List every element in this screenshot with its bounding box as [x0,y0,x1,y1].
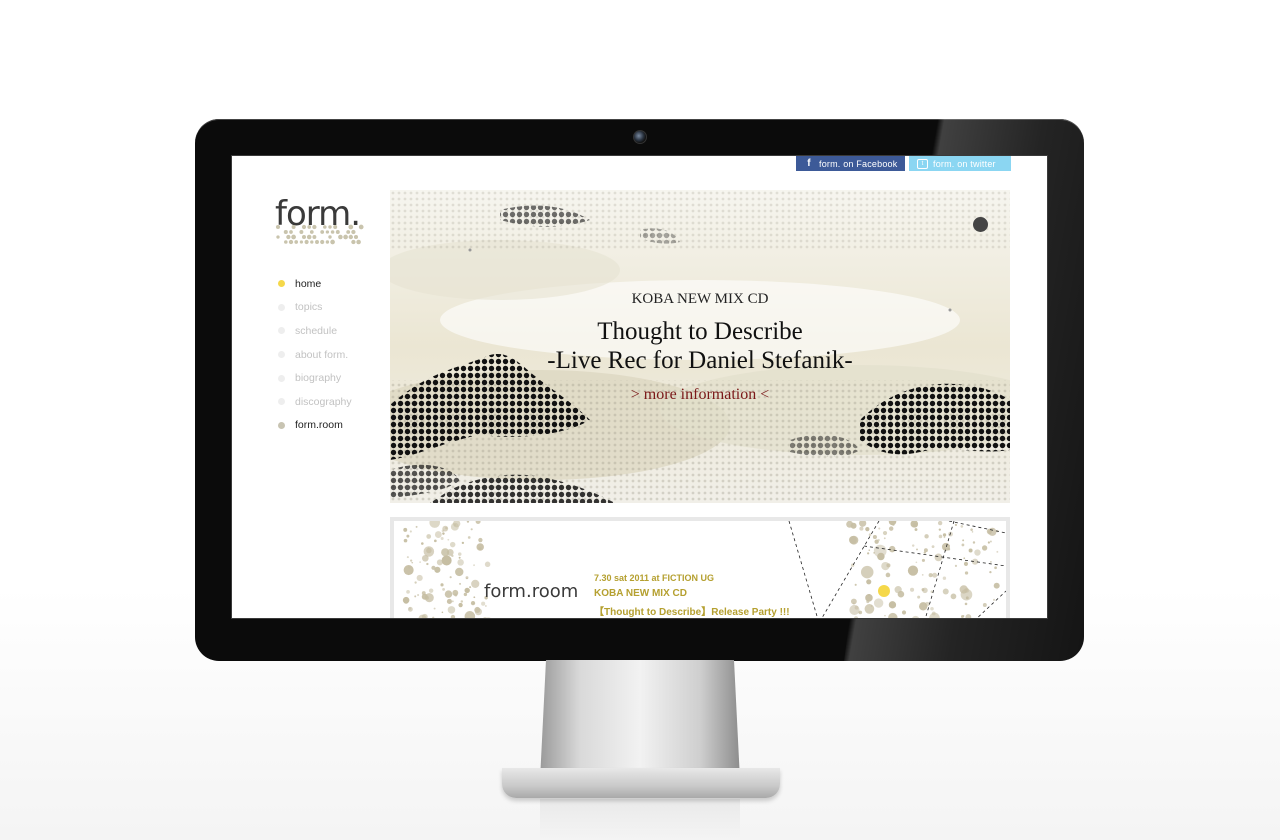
nav-label-discography: discography [295,395,352,408]
nav-item-schedule[interactable]: schedule [278,319,352,343]
twitter-icon: t [917,158,928,169]
nav-item-topics[interactable]: topics [278,296,352,320]
nav-label-form-room: form.room [295,419,343,432]
nav-item-form-room[interactable]: form.room [278,414,352,438]
monitor-bezel: f form. on Facebook t form. on twitter f… [195,119,1084,661]
nav-label-topics: topics [295,301,323,314]
form-room-banner[interactable]: form.room 7.30 sat 2011 at FICTION UG KO… [390,517,1010,618]
facebook-link-label: form. on Facebook [819,158,898,169]
nav-label-biography: biography [295,372,342,385]
event-subtitle: 【Thought to Describe】Release Party !!! [594,607,790,618]
form-room-logo: form.room [484,581,579,602]
monitor-stand-neck [540,660,740,780]
slide-indicator-dot[interactable] [973,217,988,232]
event-title: KOBA NEW MIX CD [594,588,687,599]
facebook-link[interactable]: f form. on Facebook [796,156,905,171]
nav-bullet [278,421,285,429]
website-screen: f form. on Facebook t form. on twitter f… [231,155,1048,619]
nav-bullet [278,280,285,288]
nav-item-biography[interactable]: biography [278,366,352,390]
nav-item-home[interactable]: home [278,272,352,296]
twitter-link[interactable]: t form. on twitter [909,156,1011,171]
facebook-icon: f [807,158,811,169]
hero-title-line2: -Live Rec for Daniel Stefanik- [547,347,853,374]
nav-item-discography[interactable]: discography [278,390,352,414]
nav-bullet [278,327,285,335]
monitor-stand-shadow [540,799,740,840]
nav-bullet [278,303,285,311]
hero-kicker: KOBA NEW MIX CD [631,291,769,307]
monitor-stand-base [502,768,780,798]
nav-bullet [278,351,285,359]
nav-bullet [278,398,285,406]
nav-label-about: about form. [295,348,349,361]
event-date: 7.30 sat 2011 at FICTION UG [594,573,715,583]
hero-banner[interactable]: KOBA NEW MIX CD Thought to Describe -Liv… [390,190,1010,503]
main-nav: home topics schedule about form. biograp… [278,272,352,437]
twitter-link-label: form. on twitter [933,158,996,169]
logo-dot-pattern [275,224,364,245]
nav-label-schedule: schedule [295,324,338,337]
more-information-link[interactable]: > more information < [614,386,786,404]
nav-label-home: home [295,277,322,290]
camera-icon [633,130,647,144]
nav-item-about[interactable]: about form. [278,343,352,367]
nav-bullet [278,374,285,382]
hero-title-line1: Thought to Describe [597,318,803,345]
